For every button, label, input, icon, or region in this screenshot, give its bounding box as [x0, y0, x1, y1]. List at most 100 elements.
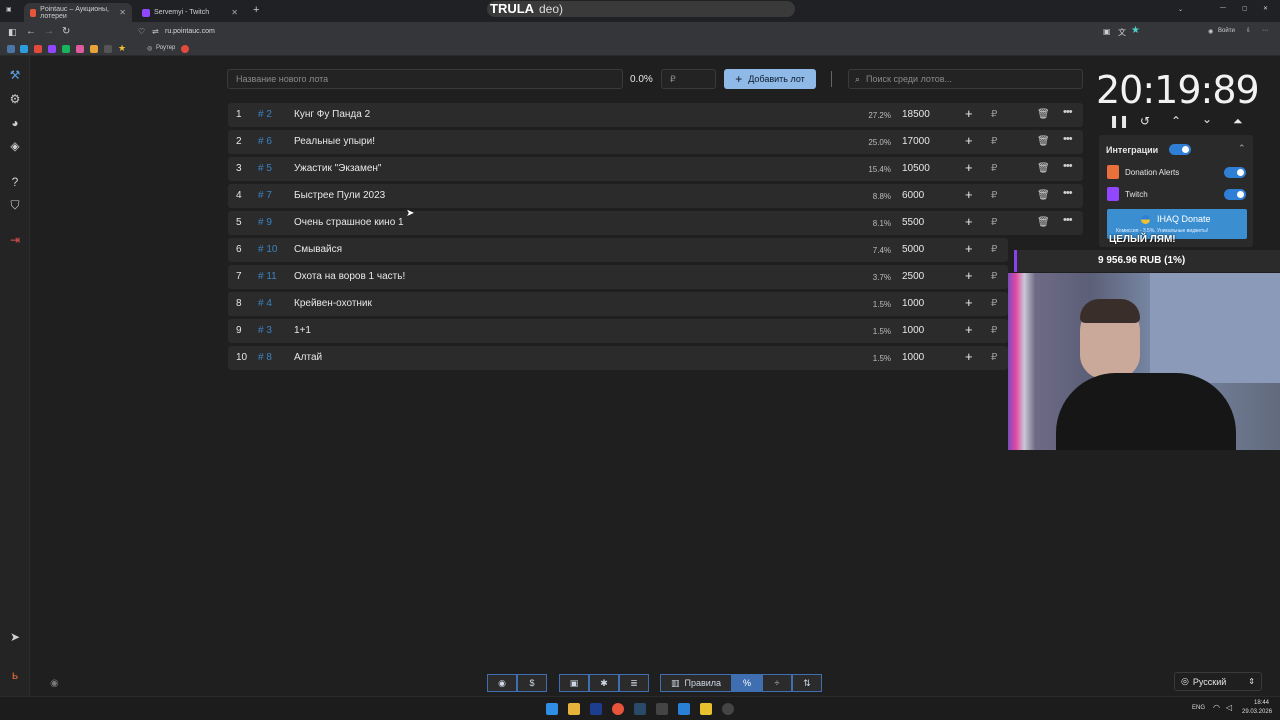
- chevron-up-icon[interactable]: ⌃: [1238, 143, 1246, 154]
- more-options-icon[interactable]: •••: [1063, 160, 1073, 172]
- search-lots-input[interactable]: ⌕ Поиск среди лотов...: [848, 69, 1083, 89]
- divide-icon[interactable]: ÷: [762, 674, 792, 692]
- integrations-toggle[interactable]: [1169, 144, 1191, 155]
- url-text[interactable]: ru.pointauc.com: [165, 28, 215, 35]
- wheel-icon[interactable]: ◕: [8, 116, 22, 130]
- twitch-bookmark-icon[interactable]: [48, 45, 56, 53]
- reset-icon[interactable]: ↺: [1140, 114, 1150, 128]
- browser-icon[interactable]: [612, 703, 624, 715]
- lot-amount[interactable]: 2500: [902, 271, 924, 282]
- twitch-toggle[interactable]: [1224, 189, 1246, 200]
- add-amount-plus-icon[interactable]: +: [965, 322, 973, 337]
- logout-icon[interactable]: ⇥: [8, 233, 22, 247]
- lot-name[interactable]: Быстрее Пули 2023: [294, 190, 385, 201]
- lot-amount[interactable]: 1000: [902, 325, 924, 336]
- close-window-icon[interactable]: ✕: [1263, 5, 1268, 12]
- bookmark-icon[interactable]: [181, 45, 189, 53]
- lot-amount-input-currency[interactable]: ₽: [991, 190, 997, 201]
- translate-icon[interactable]: 文: [1118, 27, 1126, 38]
- lot-name[interactable]: Смывайся: [294, 244, 342, 255]
- lot-amount-input-currency[interactable]: ₽: [991, 352, 997, 363]
- language-select[interactable]: ◎ Русский ⇕: [1174, 672, 1262, 691]
- screenshot-icon[interactable]: ▣: [1103, 27, 1111, 36]
- bug-icon[interactable]: ✱: [589, 674, 619, 692]
- lot-name[interactable]: Ужастик "Экзамен": [294, 163, 381, 174]
- lot-row[interactable]: 5 # 9 Очень страшное кино 1 8.1% 5500 ₽ + 🗑 •••: [228, 211, 1083, 235]
- lot-amount-input-currency[interactable]: ₽: [991, 325, 997, 336]
- delete-lot-trash-icon[interactable]: 🗑: [1037, 217, 1050, 228]
- bookmark-icon[interactable]: [20, 45, 28, 53]
- add-amount-plus-icon[interactable]: +: [965, 268, 973, 283]
- sidebar-toggle-icon[interactable]: ◧: [8, 27, 17, 38]
- tab-menu-icon[interactable]: ▣: [6, 6, 12, 13]
- volume-icon[interactable]: ◁: [1226, 703, 1232, 712]
- star-bookmark-icon[interactable]: ★: [118, 43, 126, 54]
- save-icon[interactable]: ▣: [559, 674, 589, 692]
- double-up-icon[interactable]: ⏶: [1233, 114, 1243, 129]
- profile-icon[interactable]: ◉: [1208, 28, 1213, 35]
- photoshop-icon[interactable]: [590, 703, 602, 715]
- lot-amount-input-currency[interactable]: ₽: [991, 136, 997, 147]
- lot-amount[interactable]: 1000: [902, 352, 924, 363]
- lot-amount[interactable]: 5000: [902, 244, 924, 255]
- boosty-icon[interactable]: ь: [8, 668, 22, 682]
- add-amount-plus-icon[interactable]: +: [965, 295, 973, 310]
- lot-amount[interactable]: 1000: [902, 298, 924, 309]
- lot-row[interactable]: 6 # 10 Смывайся 7.4% 5000 ₽ +: [228, 238, 1008, 262]
- shield-icon[interactable]: ⛉: [8, 198, 22, 212]
- lot-row[interactable]: 1 # 2 Кунг Фу Панда 2 27.2% 18500 ₽ + 🗑 •••: [228, 103, 1083, 127]
- delete-lot-trash-icon[interactable]: 🗑: [1037, 136, 1050, 147]
- lot-name[interactable]: 1+1: [294, 325, 311, 336]
- bookmark-icon[interactable]: [104, 45, 112, 53]
- rules-button[interactable]: ▥ Правила: [660, 674, 732, 692]
- delete-lot-trash-icon[interactable]: 🗑: [1037, 109, 1050, 120]
- close-tab-icon[interactable]: ✕: [231, 8, 238, 17]
- lot-name[interactable]: Охота на воров 1 часть!: [294, 271, 405, 282]
- lot-row[interactable]: 2 # 6 Реальные упыри! 25.0% 17000 ₽ + 🗑 •••: [228, 130, 1083, 154]
- more-options-icon[interactable]: •••: [1063, 214, 1073, 226]
- dollar-icon[interactable]: $: [517, 674, 547, 692]
- steam-icon[interactable]: [634, 703, 646, 715]
- kick-bookmark-icon[interactable]: [62, 45, 70, 53]
- close-tab-icon[interactable]: ✕: [119, 8, 126, 17]
- add-amount-plus-icon[interactable]: +: [965, 187, 973, 202]
- add-lot-button[interactable]: + Добавить лот: [724, 69, 816, 89]
- delete-lot-trash-icon[interactable]: 🗑: [1037, 163, 1050, 174]
- input-language[interactable]: ENG: [1192, 705, 1205, 711]
- github-icon[interactable]: ◉: [487, 674, 517, 692]
- reload-icon[interactable]: ↻: [62, 26, 70, 37]
- app-icon[interactable]: [700, 703, 712, 715]
- signin-button[interactable]: Войти: [1218, 28, 1235, 34]
- lot-name[interactable]: Алтай: [294, 352, 322, 363]
- more-options-icon[interactable]: •••: [1063, 106, 1073, 118]
- vk-bookmark-icon[interactable]: [7, 45, 15, 53]
- new-lot-amount-input[interactable]: ₽: [661, 69, 716, 89]
- lot-name[interactable]: Крейвен-охотник: [294, 298, 372, 309]
- list-icon[interactable]: ≣: [619, 674, 649, 692]
- forward-arrow-icon[interactable]: →: [44, 26, 54, 37]
- lot-amount-input-currency[interactable]: ₽: [991, 109, 997, 120]
- add-amount-plus-icon[interactable]: +: [965, 241, 973, 256]
- browser-menu-icon[interactable]: ⋯: [1262, 27, 1268, 34]
- add-amount-plus-icon[interactable]: +: [965, 214, 973, 229]
- lot-row[interactable]: 7 # 11 Охота на воров 1 часть! 3.7% 2500 ₽ +: [228, 265, 1008, 289]
- bookmark-icon[interactable]: [76, 45, 84, 53]
- pause-icon[interactable]: ❚❚: [1109, 114, 1129, 128]
- bookmark-icon[interactable]: [90, 45, 98, 53]
- lot-amount[interactable]: 5500: [902, 217, 924, 228]
- app-icon[interactable]: [678, 703, 690, 715]
- lot-amount[interactable]: 18500: [902, 109, 930, 120]
- add-amount-plus-icon[interactable]: +: [965, 133, 973, 148]
- chevron-up-icon[interactable]: ⌃: [1171, 114, 1181, 128]
- eye-icon[interactable]: ◉: [50, 678, 59, 689]
- new-tab-plus-icon[interactable]: +: [253, 4, 259, 16]
- lot-name[interactable]: Очень страшное кино 1: [294, 217, 404, 228]
- add-amount-plus-icon[interactable]: +: [965, 349, 973, 364]
- layers-icon[interactable]: ◈: [8, 139, 22, 153]
- more-options-icon[interactable]: •••: [1063, 187, 1073, 199]
- lot-name[interactable]: Кунг Фу Панда 2: [294, 109, 370, 120]
- heart-icon[interactable]: ♡: [138, 27, 145, 36]
- lot-amount-input-currency[interactable]: ₽: [991, 298, 997, 309]
- bookmark-star-icon[interactable]: ★: [1131, 25, 1140, 36]
- site-settings-icon[interactable]: ⇌: [152, 27, 159, 36]
